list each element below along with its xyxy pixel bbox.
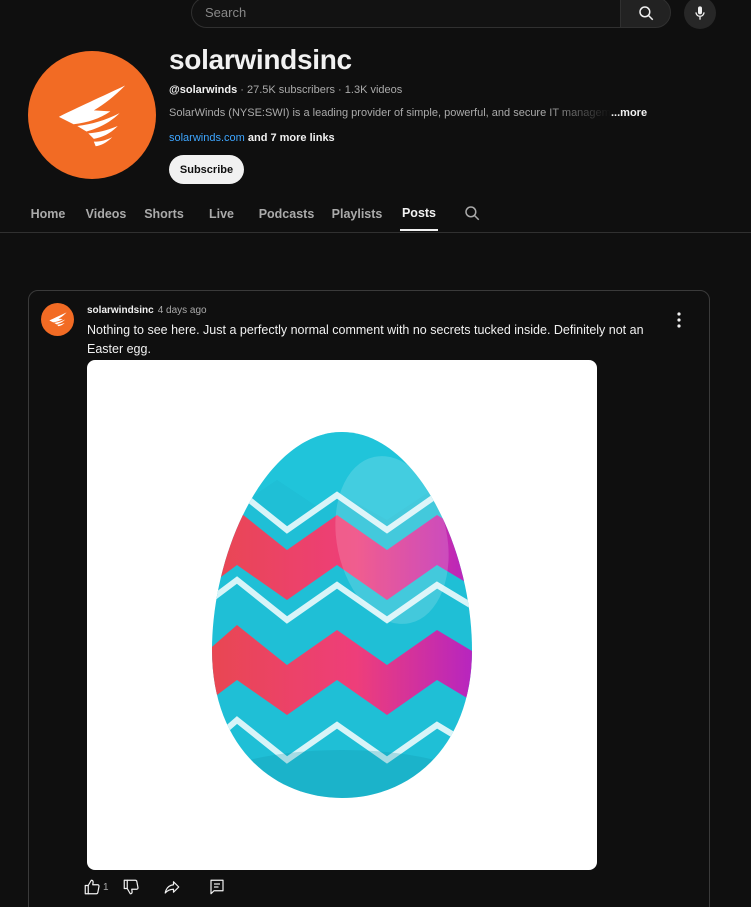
tab-search-icon[interactable]: [463, 204, 481, 222]
channel-handle: @solarwinds: [169, 84, 238, 96]
tab-posts[interactable]: Posts: [400, 196, 438, 231]
channel-name: solarwindsinc: [169, 44, 352, 75]
channel-avatar[interactable]: [28, 51, 156, 179]
channel-stats: · 27.5K subscribers · 1.3K videos: [237, 84, 403, 96]
thumbs-up-icon: [84, 879, 100, 895]
like-button[interactable]: 1: [83, 878, 109, 896]
post-image[interactable]: [87, 360, 597, 870]
search-input[interactable]: [205, 5, 620, 20]
like-count: 1: [103, 881, 109, 893]
mic-icon: [695, 6, 705, 20]
website-link[interactable]: solarwinds.com: [169, 132, 245, 144]
search-box[interactable]: [191, 0, 620, 28]
solarwinds-logo: [58, 85, 126, 147]
tab-videos[interactable]: Videos: [85, 196, 127, 231]
post-header: solarwindsinc 4 days ago: [87, 305, 207, 316]
channel-tabs: Home Videos Shorts Live Podcasts Playlis…: [0, 196, 751, 233]
thumbs-down-icon: [123, 879, 139, 895]
post-author-avatar[interactable]: [41, 303, 74, 336]
comments-button[interactable]: [208, 878, 226, 896]
kebab-menu-icon[interactable]: [672, 311, 686, 329]
channel-description[interactable]: SolarWinds (NYSE:SWI) is a leading provi…: [169, 107, 651, 119]
channel-meta: @solarwinds · 27.5K subscribers · 1.3K v…: [169, 84, 402, 96]
channel-links: solarwinds.com and 7 more links: [169, 132, 335, 144]
easter-egg-illustration: [212, 432, 472, 798]
tab-podcasts[interactable]: Podcasts: [259, 196, 315, 231]
share-button[interactable]: [162, 878, 182, 896]
post-text: Nothing to see here. Just a perfectly no…: [87, 323, 644, 356]
post-author-name[interactable]: solarwindsinc: [87, 305, 154, 316]
search-button[interactable]: [620, 0, 671, 28]
dislike-button[interactable]: [122, 878, 140, 896]
tab-home[interactable]: Home: [30, 196, 66, 231]
tabs-divider: [0, 232, 751, 233]
tab-playlists[interactable]: Playlists: [332, 196, 383, 231]
description-text: SolarWinds (NYSE:SWI) is a leading provi…: [169, 107, 611, 119]
more-link[interactable]: ...more: [611, 107, 647, 119]
solarwinds-logo: [48, 311, 67, 326]
voice-search-button[interactable]: [684, 0, 716, 29]
search-icon: [638, 5, 653, 20]
channel-page: solarwindsinc @solarwinds · 27.5K subscr…: [0, 0, 751, 907]
tab-live[interactable]: Live: [209, 196, 234, 231]
comment-icon: [210, 879, 224, 895]
share-icon: [164, 881, 180, 894]
post-time[interactable]: 4 days ago: [158, 305, 207, 316]
subscribe-button[interactable]: Subscribe: [169, 155, 244, 184]
tab-shorts[interactable]: Shorts: [144, 196, 184, 231]
more-links[interactable]: and 7 more links: [245, 132, 335, 144]
